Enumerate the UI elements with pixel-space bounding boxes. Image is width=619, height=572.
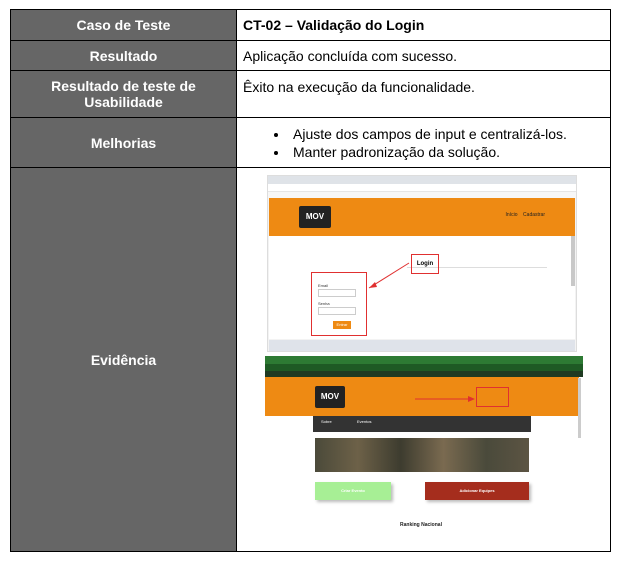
subnav-item: Eventos [357,419,372,424]
site-subnav: Sobre Eventos [313,416,531,432]
team-photo [315,438,529,472]
resultado-value: Aplicação concluída com sucesso. [236,40,611,71]
adicionar-equipes-button: Adicionar Equipes [425,482,529,500]
usabilidade-label: Resultado de teste de Usabilidade [10,70,237,118]
scrollbar [578,378,581,438]
login-screenshot: MOV Início Cadastrar Login Email Senha E… [267,175,577,352]
melhoria-item: Manter padronização da solução. [289,143,610,161]
usabilidade-value: Êxito na execução da funcionalidade. [236,70,611,118]
site-header: MOV [265,377,579,416]
browser-tabbar [265,356,583,364]
melhorias-list: Ajuste dos campos de input e centralizá-… [243,125,610,161]
home-screenshot: MOV Sobre Eventos Criar Evento Adicionar… [265,356,583,536]
caso-label: Caso de Teste [10,9,237,41]
melhorias-label: Melhorias [10,117,237,168]
site-logo: MOV [299,206,331,228]
ranking-heading: Ranking Nacional [400,522,442,528]
evidencia-label: Evidência [10,167,237,552]
browser-addressbar [268,184,576,192]
melhorias-cell: Ajuste dos campos de input e centralizá-… [236,117,611,168]
scrollbar [571,236,575,286]
nav-item: Cadastrar [523,212,545,218]
red-arrow [368,262,410,289]
criar-evento-button: Criar Evento [315,482,391,500]
test-case-table: Caso de Teste CT-02 – Validação do Login… [10,9,611,552]
caso-value: CT-02 – Validação do Login [236,9,611,41]
browser-tabbar [268,176,576,184]
melhoria-item: Ajuste dos campos de input e centralizá-… [289,125,610,143]
site-header: MOV Início Cadastrar [269,198,575,236]
nav-item: Início [505,212,518,218]
windows-taskbar [269,340,575,351]
site-nav: Início Cadastrar [506,212,545,218]
red-arrow [415,396,475,402]
evidence-area: MOV Início Cadastrar Login Email Senha E… [237,168,610,551]
subnav-item: Sobre [321,419,332,424]
login-page-body: Login Email Senha Entrar [269,236,575,339]
evidencia-cell: MOV Início Cadastrar Login Email Senha E… [236,167,611,552]
resultado-label: Resultado [10,40,237,71]
browser-addressbar [265,364,583,371]
